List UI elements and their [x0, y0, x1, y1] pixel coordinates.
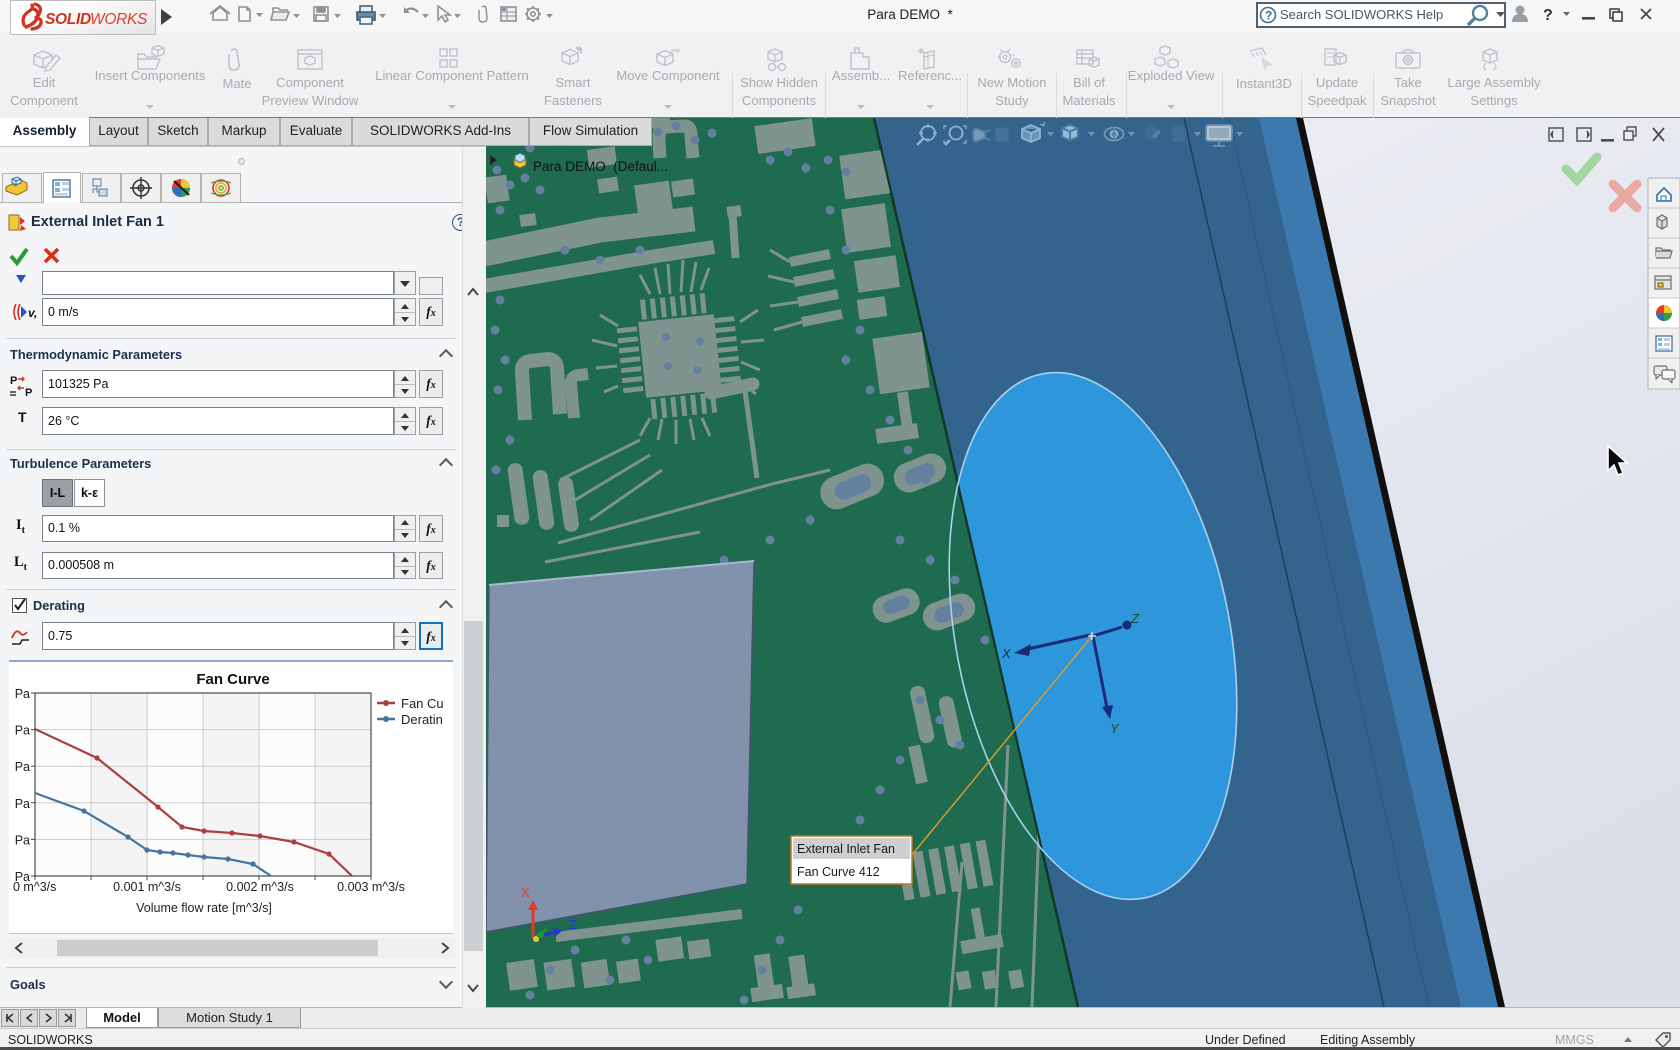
svg-text:P: P — [25, 387, 32, 399]
svg-text:Pa: Pa — [15, 797, 30, 811]
svg-text:X: X — [1001, 646, 1012, 661]
svg-text:Z: Z — [1130, 611, 1140, 626]
svg-text:SOLID: SOLID — [45, 11, 91, 28]
svg-text:Volume flow rate [m^3/s]: Volume flow rate [m^3/s] — [136, 901, 272, 915]
svg-text:v,: v, — [28, 306, 37, 320]
svg-text:?: ? — [1543, 7, 1553, 24]
svg-text:0.001 m^3/s: 0.001 m^3/s — [113, 880, 181, 894]
svg-text:0.003 m^3/s: 0.003 m^3/s — [337, 880, 405, 894]
svg-text:Para DEMO (Defaul...: Para DEMO (Defaul... — [533, 159, 668, 174]
svg-text:Z: Z — [569, 917, 577, 932]
svg-text:0 m^3/s: 0 m^3/s — [13, 880, 56, 894]
svg-text:Fan Cu: Fan Cu — [401, 696, 444, 711]
svg-text:Fan Curve: Fan Curve — [196, 671, 269, 688]
svg-text:Y: Y — [1110, 721, 1120, 736]
svg-text:Fan Curve 412: Fan Curve 412 — [797, 865, 880, 879]
svg-text:?: ? — [1265, 9, 1272, 23]
svg-text:P: P — [10, 375, 17, 387]
svg-text:0.002 m^3/s: 0.002 m^3/s — [226, 880, 294, 894]
svg-text:Pa: Pa — [15, 833, 30, 847]
svg-text:Pa: Pa — [15, 687, 30, 701]
svg-text:Deratin: Deratin — [401, 712, 443, 727]
svg-text:WORKS: WORKS — [90, 11, 148, 28]
svg-text:Pa: Pa — [15, 724, 30, 738]
svg-text:External Inlet Fan: External Inlet Fan — [797, 842, 895, 856]
svg-text:X: X — [521, 885, 530, 900]
svg-text:Pa: Pa — [15, 760, 30, 774]
